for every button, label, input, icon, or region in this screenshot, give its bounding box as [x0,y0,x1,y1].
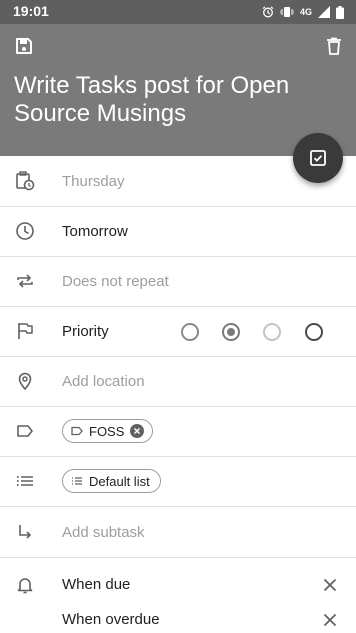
location-pin-icon [14,370,36,392]
remove-tag-button[interactable] [130,424,145,438]
calendar-clock-icon [14,170,36,192]
repeat-value: Does not repeat [62,273,169,290]
remove-reminder-button[interactable] [320,610,340,630]
reminder-row: When overdue [0,602,356,633]
complete-task-button[interactable] [293,133,343,183]
list-small-icon [72,477,82,485]
flag-icon [14,320,36,342]
priority-medium-radio[interactable] [222,323,240,341]
delete-icon [327,37,341,55]
subtask-placeholder: Add subtask [62,524,145,541]
status-icons: 4G [262,4,344,20]
close-icon [323,613,337,627]
tags-row[interactable]: FOSS [0,407,356,457]
check-box-icon [310,150,326,166]
close-icon [134,427,141,435]
network-type: 4G [299,7,312,17]
status-time: 19:01 [13,3,49,19]
list-chip[interactable]: Default list [62,469,161,493]
save-button[interactable] [12,34,36,58]
tag-chip-foss[interactable]: FOSS [62,419,154,443]
vibrate-icon [279,7,294,17]
delete-button[interactable] [322,34,346,58]
priority-none-radio[interactable] [305,323,323,341]
save-icon [16,38,32,54]
tag-chip-label: FOSS [89,423,125,439]
due-date-value: Thursday [62,173,125,190]
list-icon [14,470,36,492]
priority-label: Priority [62,323,109,340]
due-time-row[interactable]: Tomorrow [0,207,356,257]
location-row[interactable]: Add location [0,357,356,407]
priority-row: Priority [0,307,356,357]
close-icon [323,578,337,592]
tag-icon [71,426,83,436]
clock-icon [14,220,36,242]
due-time-value: Tomorrow [62,223,128,240]
battery-icon [336,5,344,19]
remove-reminder-button[interactable] [320,575,340,595]
signal-icon [318,6,330,18]
subdirectory-arrow-icon [14,521,36,543]
priority-low-radio[interactable] [263,323,281,341]
bell-icon [14,574,36,596]
subtask-row[interactable]: Add subtask [0,508,356,558]
repeat-row[interactable]: Does not repeat [0,257,356,307]
repeat-icon [14,270,36,292]
reminder-row: When due [0,567,356,603]
task-title[interactable]: Write Tasks post for Open Source Musings [14,72,334,128]
task-header: Write Tasks post for Open Source Musings [0,24,356,156]
label-icon [14,420,36,442]
location-value: Add location [62,373,145,390]
list-chip-label: Default list [89,473,150,489]
status-bar: 19:01 4G [0,0,356,24]
reminder-label: When due [62,576,131,593]
alarm-icon [262,6,274,18]
priority-high-radio[interactable] [181,323,199,341]
reminder-label: When overdue [62,611,160,628]
list-row[interactable]: Default list [0,457,356,507]
